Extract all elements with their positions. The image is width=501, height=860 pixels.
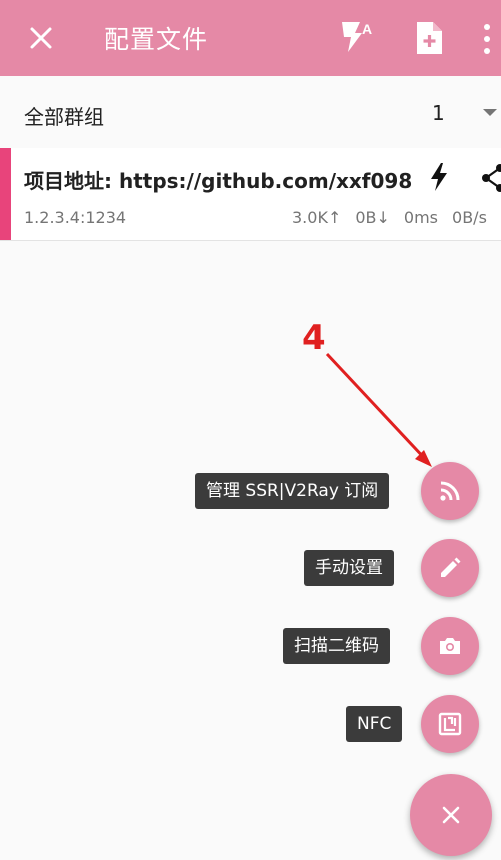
download-stat: 0B↓ [355, 208, 390, 227]
close-icon [442, 806, 460, 824]
nfc-button[interactable] [421, 695, 479, 753]
upload-stat: 3.0K↑ [292, 208, 342, 227]
nfc-icon [438, 712, 462, 736]
bolt-auto-icon[interactable]: A [338, 18, 378, 54]
group-label: 全部群组 [24, 105, 104, 129]
server-address: 1.2.3.4:1234 [24, 208, 127, 227]
app-bar: 配置文件 A [0, 0, 501, 76]
close-icon[interactable] [27, 24, 55, 52]
fab-label-subscription[interactable]: 管理 SSR|V2Ray 订阅 [195, 473, 390, 509]
manual-setup-button[interactable] [421, 539, 479, 597]
new-file-icon[interactable] [414, 20, 444, 56]
fab-label-scan[interactable]: 扫描二维码 [283, 628, 390, 664]
page-title: 配置文件 [104, 25, 209, 54]
camera-icon [440, 638, 460, 654]
traffic-stats: 3.0K↑ 0B↓ 0ms 0B/s [292, 208, 501, 227]
bolt-icon[interactable] [428, 162, 450, 192]
fab-label-nfc[interactable]: NFC [346, 706, 403, 742]
pencil-icon [441, 557, 461, 577]
dropdown-arrow-icon[interactable] [483, 109, 497, 116]
latency-stat: 0ms [403, 208, 439, 227]
fab-close-button[interactable] [410, 774, 492, 856]
subscription-button[interactable] [421, 462, 479, 520]
fab-label-manual[interactable]: 手动设置 [304, 550, 394, 586]
group-selector[interactable]: 全部群组 1 [0, 76, 501, 148]
step-annotation: 4 [302, 318, 326, 358]
selected-indicator [0, 148, 11, 240]
group-count: 1 [432, 101, 445, 125]
rss-icon [440, 481, 460, 501]
server-name: 项目地址: https://github.com/xxf098 [24, 169, 413, 193]
scan-qr-button[interactable] [421, 617, 479, 675]
share-icon[interactable] [478, 164, 501, 192]
speed-stat: 0B/s [452, 208, 487, 227]
svg-text:A: A [362, 21, 372, 37]
more-vert-icon[interactable] [481, 22, 493, 56]
server-list-item[interactable]: 项目地址: https://github.com/xxf098 1.2.3.4:… [0, 148, 501, 241]
